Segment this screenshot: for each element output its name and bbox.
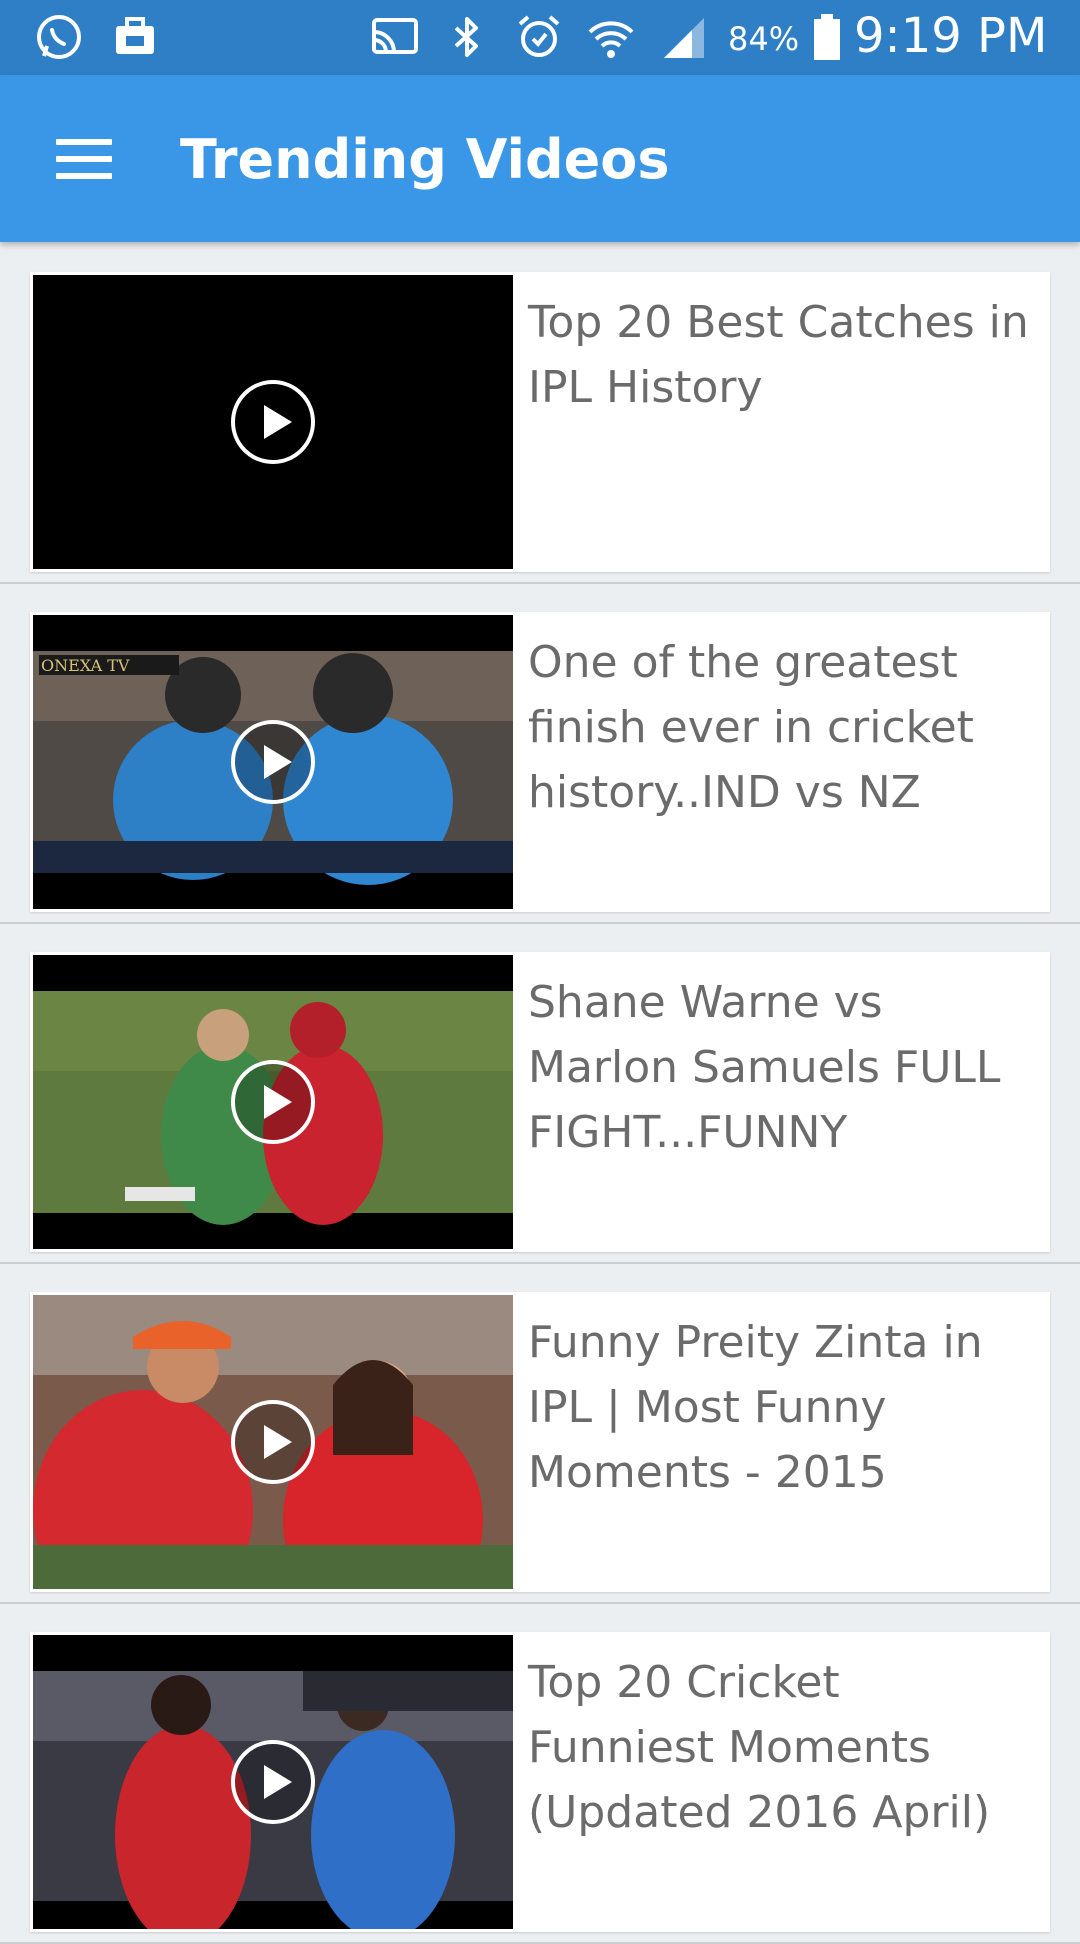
video-card[interactable]: Shane Warne vs Marlon Samuels FULL FIGHT… xyxy=(30,952,1050,1252)
video-card[interactable]: ONEXA TV One of the greatest finish ever… xyxy=(30,612,1050,912)
signal-icon xyxy=(664,18,704,58)
page-title: Trending Videos xyxy=(180,128,670,191)
cast-icon xyxy=(372,18,418,54)
video-thumbnail[interactable] xyxy=(33,955,513,1249)
video-thumbnail[interactable] xyxy=(33,1295,513,1589)
video-thumbnail[interactable] xyxy=(33,1635,513,1929)
video-thumbnail[interactable] xyxy=(33,275,513,569)
video-card[interactable]: Top 20 Cricket Funniest Moments (Updated… xyxy=(30,1632,1050,1932)
briefcase-icon xyxy=(116,17,154,54)
video-title[interactable]: Top 20 Cricket Funniest Moments (Updated… xyxy=(528,1650,1038,1845)
hamburger-menu-icon[interactable] xyxy=(40,117,130,197)
video-thumbnail[interactable]: ONEXA TV xyxy=(33,615,513,909)
status-time: 9:19 PM xyxy=(854,8,1048,64)
video-title[interactable]: Shane Warne vs Marlon Samuels FULL FIGHT… xyxy=(528,970,1038,1165)
play-icon[interactable] xyxy=(230,1059,316,1145)
video-list[interactable]: Top 20 Best Catches in IPL History ONEXA… xyxy=(0,242,1080,1944)
battery-percent: 84% xyxy=(728,20,800,58)
whatsapp-icon xyxy=(37,15,81,59)
battery-icon xyxy=(814,14,840,60)
video-title[interactable]: Top 20 Best Catches in IPL History xyxy=(528,290,1038,420)
video-card[interactable]: Funny Preity Zinta in IPL | Most Funny M… xyxy=(30,1292,1050,1592)
play-icon[interactable] xyxy=(230,719,316,805)
play-icon[interactable] xyxy=(230,1739,316,1825)
list-item: Shane Warne vs Marlon Samuels FULL FIGHT… xyxy=(0,922,1080,1264)
video-title[interactable]: Funny Preity Zinta in IPL | Most Funny M… xyxy=(528,1310,1038,1505)
list-item: Top 20 Best Catches in IPL History xyxy=(0,242,1080,584)
video-title[interactable]: One of the greatest finish ever in crick… xyxy=(528,630,1038,825)
alarm-icon xyxy=(518,15,560,57)
svg-text:ONEXA TV: ONEXA TV xyxy=(41,656,130,675)
status-bar: 84% 9:19 PM xyxy=(0,0,1080,75)
list-item: ONEXA TV One of the greatest finish ever… xyxy=(0,582,1080,924)
list-item: Funny Preity Zinta in IPL | Most Funny M… xyxy=(0,1262,1080,1604)
wifi-icon xyxy=(588,21,634,58)
play-icon[interactable] xyxy=(230,1399,316,1485)
video-card[interactable]: Top 20 Best Catches in IPL History xyxy=(30,272,1050,572)
play-icon[interactable] xyxy=(230,379,316,465)
bluetooth-icon xyxy=(454,17,478,57)
list-item: Top 20 Cricket Funniest Moments (Updated… xyxy=(0,1602,1080,1944)
